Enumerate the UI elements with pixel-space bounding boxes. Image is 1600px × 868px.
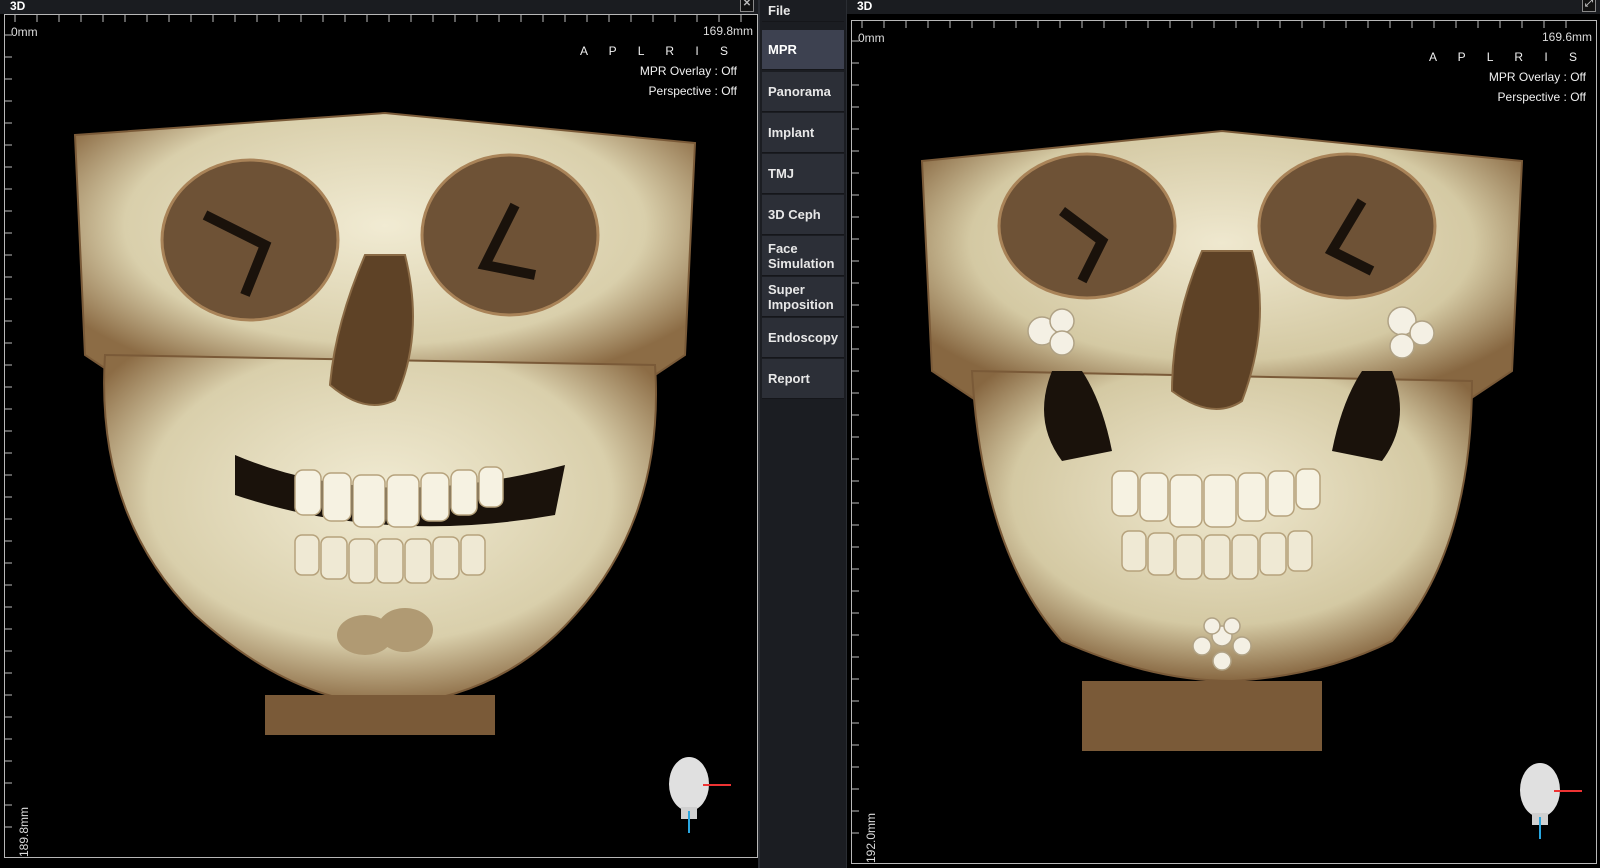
head-orientation-icon[interactable] bbox=[651, 749, 731, 839]
right-render-frame: 0mm 169.6mm 192.0mm A P L R I S MPR Over… bbox=[851, 20, 1597, 864]
top-ruler bbox=[861, 21, 1567, 28]
side-ruler-end-label: 189.8mm bbox=[17, 806, 31, 857]
left-render-frame: 0mm 169.8mm 189.8mm A P L R I S MPR Over… bbox=[4, 14, 758, 858]
skull-3d-render[interactable] bbox=[912, 121, 1532, 761]
menu-endoscopy[interactable]: Endoscopy bbox=[762, 318, 844, 358]
menu-super-label-2: Imposition bbox=[768, 296, 834, 312]
menu-tmj-label: TMJ bbox=[768, 166, 794, 181]
right-viewport-title: 3D bbox=[857, 0, 873, 13]
ruler-start-label: 0mm bbox=[858, 31, 885, 45]
left-3d-viewport[interactable]: 3D ✕ 0mm 169.8mm 189.8mm A P L R I S MPR… bbox=[0, 0, 760, 868]
menu-face-simulation[interactable]: Face Simulation bbox=[762, 236, 844, 276]
menu-report[interactable]: Report bbox=[762, 359, 844, 399]
menu-3d-ceph[interactable]: 3D Ceph bbox=[762, 195, 844, 235]
side-ruler bbox=[852, 40, 859, 834]
menu-report-label: Report bbox=[768, 371, 810, 386]
menu-implant[interactable]: Implant bbox=[762, 113, 844, 153]
top-ruler bbox=[14, 15, 742, 22]
side-ruler bbox=[5, 34, 12, 828]
menu-panorama[interactable]: Panorama bbox=[762, 72, 844, 112]
skull-3d-render[interactable] bbox=[65, 95, 705, 745]
right-viewport-header: 3D ⤢ bbox=[847, 0, 1600, 14]
render-info: A P L R I S MPR Overlay : Off Perspectiv… bbox=[1429, 47, 1586, 107]
menu-panorama-label: Panorama bbox=[768, 84, 831, 99]
expand-icon[interactable]: ⤢ bbox=[1582, 0, 1596, 12]
ruler-start-label: 0mm bbox=[11, 25, 38, 39]
module-menu: File MPR Panorama Implant TMJ 3D Ceph Fa… bbox=[760, 0, 846, 868]
menu-mpr-label: MPR bbox=[768, 42, 797, 57]
orientation-label: A P L R I S bbox=[1428, 50, 1586, 64]
right-3d-viewport[interactable]: 3D ⤢ 0mm 169.6mm 192.0mm A P L R I S MPR… bbox=[846, 0, 1600, 868]
menu-face-label-2: Simulation bbox=[768, 255, 835, 271]
menu-implant-label: Implant bbox=[768, 125, 815, 140]
menu-tmj[interactable]: TMJ bbox=[762, 154, 844, 194]
left-viewport-header: 3D ✕ bbox=[0, 0, 758, 14]
ruler-end-label: 169.6mm bbox=[1541, 30, 1592, 44]
menu-3d-ceph-label: 3D Ceph bbox=[768, 207, 821, 222]
menu-file[interactable]: File bbox=[762, 0, 844, 22]
menu-face-label-1: Face bbox=[768, 240, 798, 256]
orientation-label: A P L R I S bbox=[579, 44, 737, 58]
perspective-status[interactable]: Perspective : Off bbox=[1429, 87, 1586, 107]
menu-super-label-1: Super bbox=[768, 281, 805, 297]
menu-file-label: File bbox=[768, 3, 791, 18]
render-info: A P L R I S MPR Overlay : Off Perspectiv… bbox=[580, 41, 737, 101]
left-viewport-title: 3D bbox=[10, 0, 26, 13]
head-orientation-icon[interactable] bbox=[1502, 755, 1582, 845]
side-ruler-end-label: 192.0mm bbox=[864, 812, 878, 863]
mpr-overlay-status[interactable]: MPR Overlay : Off bbox=[1429, 67, 1586, 87]
menu-mpr[interactable]: MPR bbox=[762, 30, 844, 70]
ruler-end-label: 169.8mm bbox=[702, 24, 753, 38]
close-icon[interactable]: ✕ bbox=[740, 0, 754, 12]
mpr-overlay-status[interactable]: MPR Overlay : Off bbox=[580, 61, 737, 81]
menu-endoscopy-label: Endoscopy bbox=[768, 330, 839, 345]
menu-super-imposition[interactable]: Super Imposition bbox=[762, 277, 844, 317]
